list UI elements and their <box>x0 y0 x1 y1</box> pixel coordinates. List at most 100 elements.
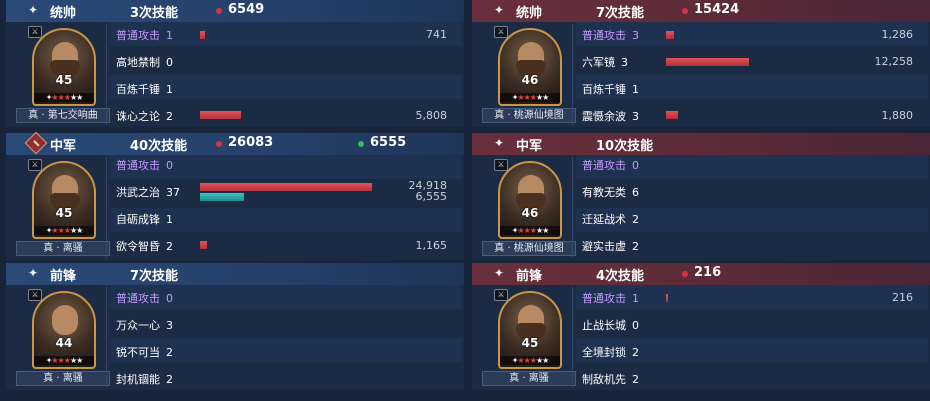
divider <box>106 157 107 258</box>
skill-count: 3 <box>166 319 173 332</box>
skill-count: 1 <box>166 83 173 96</box>
skill-row[interactable]: 震慑余波 3 <box>582 108 639 124</box>
position-label: 前锋 <box>50 269 77 284</box>
troop-type-icon: ⚔ <box>494 26 508 38</box>
total-damage: 26083 <box>228 135 274 150</box>
skill-count: 10次技能 <box>596 139 654 154</box>
skill-row[interactable]: 制敌机先 2 <box>582 371 639 387</box>
damage-bar <box>200 31 205 39</box>
hero-portrait[interactable]: 45 ✦★★★★★ <box>32 161 96 239</box>
hero-name: 真 · 第七交响曲 <box>16 108 110 123</box>
skill-name: 止战长城 <box>582 319 626 332</box>
unit-body: 44 ✦★★★★★ ⚔ 真 · 离骚 普通攻击 0 万众一心 3 锐不可当 2 封机锢… <box>6 285 464 390</box>
damage-bar <box>200 111 241 119</box>
skill-row[interactable]: 普通攻击 0 <box>116 157 173 173</box>
divider <box>572 157 573 258</box>
skill-count: 7次技能 <box>130 269 179 284</box>
hero-level: 45 <box>521 336 539 350</box>
skill-name: 封机锢能 <box>116 373 160 386</box>
skill-row[interactable]: 欲令智昏 2 <box>116 238 173 254</box>
enemy-team-panel: ✦ 统帅 7次技能 15424 46 ✦★★★★★ ⚔ 真 · 桃源仙境图 普通… <box>472 0 930 401</box>
unit-header: ✦ 中军 10次技能 <box>472 133 930 155</box>
sparkle-icon: ✦ <box>494 3 505 17</box>
skill-row[interactable]: 洪武之治 37 <box>116 184 180 200</box>
player-team-panel: ✦ 统帅 3次技能 6549 45 ✦★★★★★ ⚔ 真 · 第七交响曲 普通攻… <box>6 0 464 401</box>
skill-name: 普通攻击 <box>582 159 626 172</box>
hero-portrait[interactable]: 44 ✦★★★★★ <box>32 291 96 369</box>
total-damage: 15424 <box>694 2 740 17</box>
troop-type-icon: ⚔ <box>28 289 42 301</box>
hero-portrait[interactable]: 45 ✦★★★★★ <box>32 28 96 106</box>
skill-name: 普通攻击 <box>116 292 160 305</box>
skill-row[interactable]: 百炼千锤 1 <box>582 81 639 97</box>
skill-row[interactable]: 封机锢能 2 <box>116 371 173 387</box>
skill-name: 全境封锁 <box>582 346 626 359</box>
hero-name: 真 · 离骚 <box>16 371 110 386</box>
skill-row[interactable]: 普通攻击 0 <box>116 290 173 306</box>
skill-row[interactable]: 普通攻击 1 <box>116 27 173 43</box>
skill-name: 锐不可当 <box>116 346 160 359</box>
hero-portrait[interactable]: 46 ✦★★★★★ <box>498 161 562 239</box>
skill-count: 0 <box>632 159 639 172</box>
skill-count: 40次技能 <box>130 139 188 154</box>
army-badge-icon <box>24 131 48 155</box>
divider <box>106 24 107 125</box>
divider <box>572 287 573 388</box>
skill-row[interactable]: 高地禁制 0 <box>116 54 173 70</box>
total-damage: 6549 <box>228 2 265 17</box>
damage-value: 5,808 <box>415 109 448 122</box>
unit-block-center: 中军 40次技能 26083 6555 45 ✦★★★★★ ⚔ 真 · 离骚 普… <box>6 131 464 260</box>
hero-stars: ✦★★★★★ <box>500 226 560 235</box>
skill-count: 7次技能 <box>596 6 645 21</box>
skill-row[interactable]: 普通攻击 1 <box>582 290 639 306</box>
skill-row[interactable]: 自砺成锋 1 <box>116 211 173 227</box>
hero-portrait[interactable]: 46 ✦★★★★★ <box>498 28 562 106</box>
heal-value: 6,555 <box>415 190 448 203</box>
skill-row[interactable]: 锐不可当 2 <box>116 344 173 360</box>
skill-count: 4次技能 <box>596 269 645 284</box>
damage-dot-icon <box>682 8 688 14</box>
position-label: 统帅 <box>516 6 543 21</box>
skill-name: 高地禁制 <box>116 56 160 69</box>
skill-row[interactable]: 普通攻击 3 <box>582 27 639 43</box>
skill-row[interactable]: 普通攻击 0 <box>582 157 639 173</box>
skill-row[interactable]: 全境封锁 2 <box>582 344 639 360</box>
damage-dot-icon <box>216 8 222 14</box>
hero-level: 44 <box>55 336 73 350</box>
unit-header: ✦ 前锋 4次技能 216 <box>472 263 930 285</box>
unit-block-commander: ✦ 统帅 7次技能 15424 46 ✦★★★★★ ⚔ 真 · 桃源仙境图 普通… <box>472 0 930 127</box>
skill-name: 六军镜 <box>582 56 615 69</box>
damage-value: 1,286 <box>881 28 914 41</box>
unit-block-vanguard: ✦ 前锋 4次技能 216 45 ✦★★★★★ ⚔ 真 · 离骚 普通攻击 1 2… <box>472 263 930 390</box>
hero-level: 46 <box>521 206 539 220</box>
hero-stars: ✦★★★★★ <box>34 356 94 365</box>
hero-face <box>52 305 78 335</box>
skill-name: 欲令智昏 <box>116 240 160 253</box>
skill-row[interactable]: 诛心之论 2 <box>116 108 173 124</box>
skill-row[interactable]: 避实击虚 2 <box>582 238 639 254</box>
hero-portrait[interactable]: 45 ✦★★★★★ <box>498 291 562 369</box>
damage-bar <box>200 241 207 249</box>
skill-row[interactable]: 止战长城 0 <box>582 317 639 333</box>
hero-stars: ✦★★★★★ <box>500 93 560 102</box>
skill-count: 0 <box>166 56 173 69</box>
troop-type-icon: ⚔ <box>28 159 42 171</box>
sparkle-icon: ✦ <box>28 266 39 280</box>
skill-row[interactable]: 迁延战术 2 <box>582 211 639 227</box>
position-label: 统帅 <box>50 6 77 21</box>
skill-row[interactable]: 六军镜 3 <box>582 54 628 70</box>
damage-value: 1,880 <box>881 109 914 122</box>
unit-body: 45 ✦★★★★★ ⚔ 真 · 离骚 普通攻击 1 216 止战长城 0 全境封锁 2… <box>472 285 930 390</box>
skill-count: 3次技能 <box>130 6 179 21</box>
skill-name: 诛心之论 <box>116 110 160 123</box>
skill-row[interactable]: 百炼千锤 1 <box>116 81 173 97</box>
unit-body: 45 ✦★★★★★ ⚔ 真 · 第七交响曲 普通攻击 1 741 高地禁制 0 百炼… <box>6 22 464 127</box>
hero-stars: ✦★★★★★ <box>500 356 560 365</box>
hero-level: 45 <box>55 73 73 87</box>
unit-block-commander: ✦ 统帅 3次技能 6549 45 ✦★★★★★ ⚔ 真 · 第七交响曲 普通攻… <box>6 0 464 127</box>
skill-row[interactable]: 万众一心 3 <box>116 317 173 333</box>
divider <box>106 287 107 388</box>
unit-block-vanguard: ✦ 前锋 7次技能 44 ✦★★★★★ ⚔ 真 · 离骚 普通攻击 0 万众一心 3… <box>6 263 464 390</box>
skill-row[interactable]: 有教无类 6 <box>582 184 639 200</box>
unit-header: ✦ 前锋 7次技能 <box>6 263 464 285</box>
